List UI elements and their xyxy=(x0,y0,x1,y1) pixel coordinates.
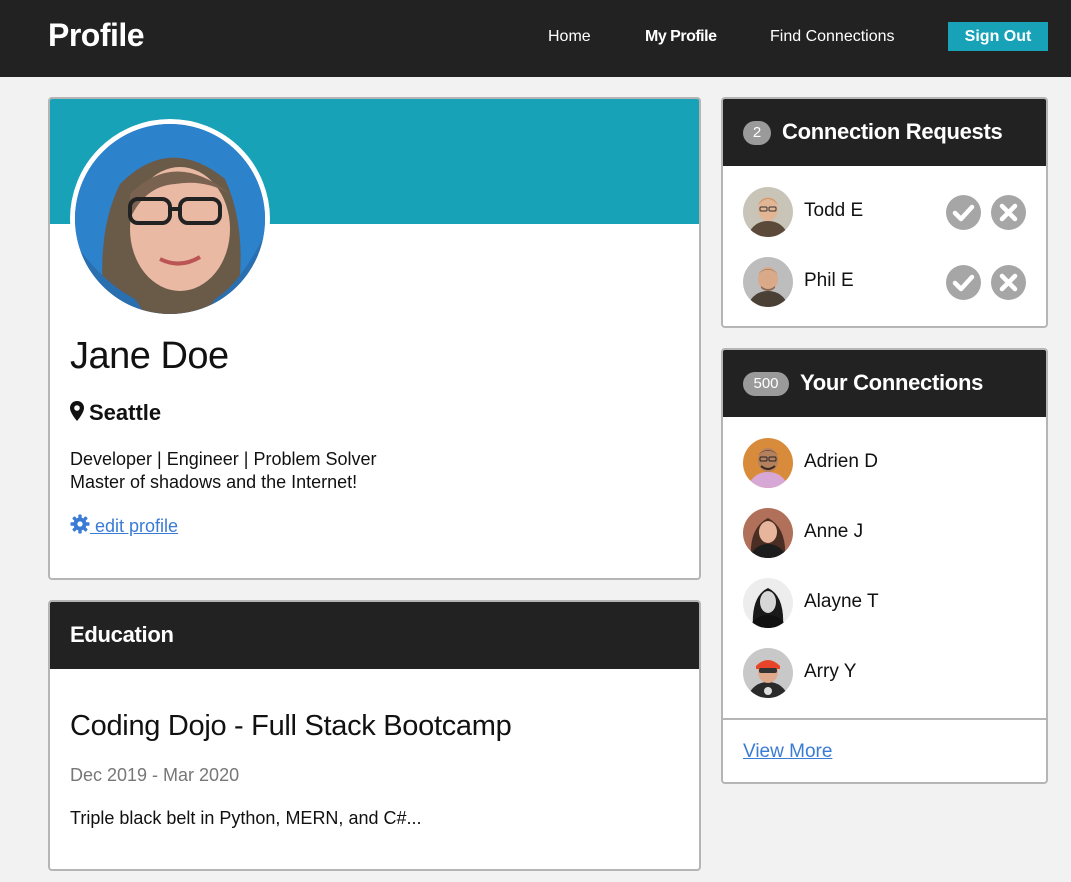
profile-card: Jane Doe Seattle Developer | Engineer | … xyxy=(48,97,701,580)
avatar xyxy=(743,257,793,307)
profile-location: Seattle xyxy=(89,400,162,425)
education-header-title: Education xyxy=(70,622,174,647)
connection-name: Arry Y xyxy=(804,661,857,682)
education-dates: Dec 2019 - Mar 2020 xyxy=(70,765,240,785)
your-connections-card: 500 Your Connections Adrien D Anne J Ala… xyxy=(721,348,1048,784)
your-connections-header: 500 Your Connections xyxy=(723,350,1046,417)
connections-count-badge: 500 xyxy=(743,372,789,396)
connection-row[interactable]: Anne J xyxy=(743,508,1028,558)
requests-count-badge: 2 xyxy=(743,121,771,145)
request-name: Todd E xyxy=(804,200,864,221)
nav-link-find-connections[interactable]: Find Connections xyxy=(770,28,895,46)
education-card: Education Coding Dojo - Full Stack Bootc… xyxy=(48,600,701,871)
card-divider xyxy=(723,718,1046,720)
edit-profile-link[interactable]: edit profile xyxy=(70,514,178,537)
profile-name: Jane Doe xyxy=(70,335,229,377)
nav-link-home[interactable]: Home xyxy=(548,28,591,46)
check-icon xyxy=(946,265,981,300)
connection-row[interactable]: Alayne T xyxy=(743,578,1028,628)
accept-request-button[interactable] xyxy=(946,195,981,230)
avatar xyxy=(743,578,793,628)
avatar xyxy=(743,187,793,237)
sign-out-button[interactable]: Sign Out xyxy=(948,22,1048,51)
accept-request-button[interactable] xyxy=(946,265,981,300)
reject-request-button[interactable] xyxy=(991,195,1026,230)
avatar xyxy=(743,648,793,698)
top-navbar: Profile Home My Profile Find Connections… xyxy=(0,0,1071,77)
nav-link-my-profile[interactable]: My Profile xyxy=(645,28,717,46)
request-row: Todd E xyxy=(743,187,1028,237)
education-description: Triple black belt in Python, MERN, and C… xyxy=(70,808,422,828)
connection-row[interactable]: Arry Y xyxy=(743,648,1028,698)
education-header: Education xyxy=(50,602,699,669)
avatar xyxy=(743,508,793,558)
edit-profile-label: edit profile xyxy=(95,516,179,536)
connection-name: Adrien D xyxy=(804,451,878,472)
request-row: Phil E xyxy=(743,257,1028,307)
your-connections-title: Your Connections xyxy=(800,370,984,395)
connection-requests-title: Connection Requests xyxy=(782,119,1003,144)
connection-row[interactable]: Adrien D xyxy=(743,438,1028,488)
connection-requests-header: 2 Connection Requests xyxy=(723,99,1046,166)
profile-avatar xyxy=(70,119,270,319)
profile-bio-line: Developer | Engineer | Problem Solver xyxy=(70,449,377,469)
profile-bio-line: Master of shadows and the Internet! xyxy=(70,472,358,492)
brand-title: Profile xyxy=(48,17,145,53)
map-pin-icon xyxy=(70,401,84,426)
avatar xyxy=(743,438,793,488)
request-name: Phil E xyxy=(804,270,854,291)
connection-name: Alayne T xyxy=(804,591,879,612)
view-more-link[interactable]: View More xyxy=(743,741,832,763)
education-school: Coding Dojo - Full Stack Bootcamp xyxy=(70,710,512,742)
close-icon xyxy=(991,195,1026,230)
check-icon xyxy=(946,195,981,230)
close-icon xyxy=(991,265,1026,300)
connection-requests-card: 2 Connection Requests Todd E Phil E xyxy=(721,97,1048,328)
reject-request-button[interactable] xyxy=(991,265,1026,300)
gear-icon xyxy=(70,514,95,536)
connection-name: Anne J xyxy=(804,521,864,542)
